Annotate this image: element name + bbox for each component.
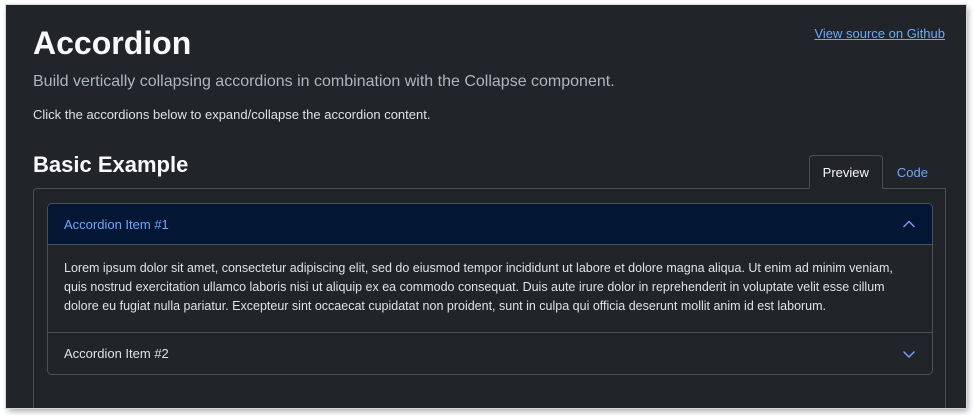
tab-code[interactable]: Code	[883, 155, 942, 189]
section-title: Basic Example	[33, 152, 189, 177]
chevron-up-icon	[902, 217, 916, 231]
chevron-down-icon	[902, 347, 916, 361]
accordion-item-2-header[interactable]: Accordion Item #2	[48, 333, 932, 374]
example-tabs: Preview Code	[808, 155, 942, 189]
preview-panel: Accordion Item #1 Lorem ipsum dolor sit …	[33, 188, 946, 408]
accordion-item-2-label: Accordion Item #2	[64, 346, 169, 361]
page-lead: Build vertically collapsing accordions i…	[33, 73, 615, 90]
tab-preview[interactable]: Preview	[808, 155, 883, 189]
page-hint: Click the accordions below to expand/col…	[33, 107, 431, 122]
page-frame: Accordion View source on Github Build ve…	[6, 5, 966, 408]
accordion-item-1-label: Accordion Item #1	[64, 216, 169, 232]
accordion-item-1-header[interactable]: Accordion Item #1	[48, 204, 932, 245]
accordion: Accordion Item #1 Lorem ipsum dolor sit …	[47, 203, 933, 375]
view-source-link[interactable]: View source on Github	[814, 26, 945, 41]
page-title: Accordion	[33, 25, 192, 61]
accordion-item-1-body: Lorem ipsum dolor sit amet, consectetur …	[48, 245, 932, 333]
